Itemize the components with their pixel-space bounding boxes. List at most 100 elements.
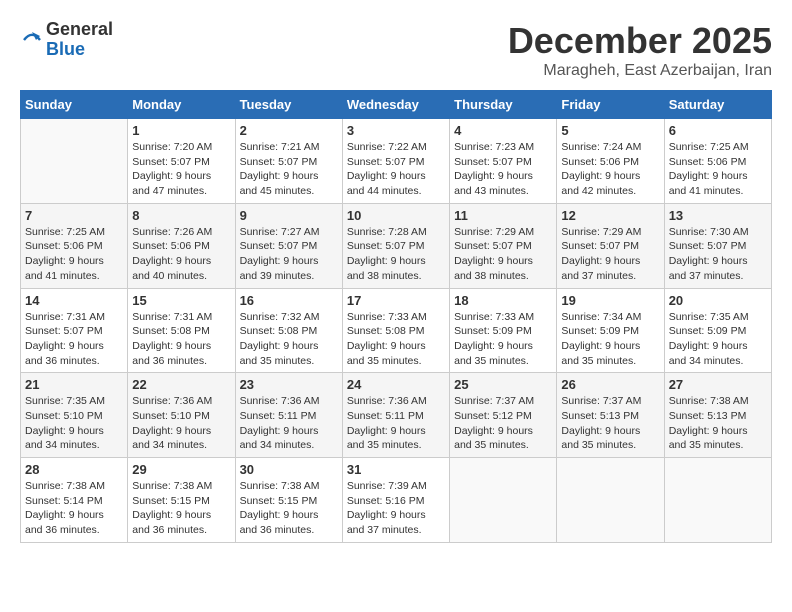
calendar-cell: 11 Sunrise: 7:29 AMSunset: 5:07 PMDayligh… [450,203,557,288]
day-info: Sunrise: 7:38 AMSunset: 5:13 PMDaylight:… [669,394,767,453]
day-number: 30 [240,462,338,477]
day-header-friday: Friday [557,91,664,119]
day-header-sunday: Sunday [21,91,128,119]
calendar-cell: 13Sunrise: 7:30 AMSunset: 5:07 PMDayligh… [664,203,771,288]
logo-text: General Blue [46,20,113,60]
day-info: Sunrise: 7:22 AMSunset: 5:07 PMDaylight:… [347,140,445,199]
day-info: Sunrise: 7:38 AMSunset: 5:15 PMDaylight:… [132,479,230,538]
day-header-tuesday: Tuesday [235,91,342,119]
day-header-saturday: Saturday [664,91,771,119]
day-info: Sunrise: 7:24 AMSunset: 5:06 PMDaylight:… [561,140,659,199]
calendar-cell: 4 Sunrise: 7:23 AMSunset: 5:07 PMDaylight… [450,119,557,204]
day-info: Sunrise: 7:26 AMSunset: 5:06 PMDaylight:… [132,225,230,284]
day-number: 10 [347,208,445,223]
calendar-cell: 5 Sunrise: 7:24 AMSunset: 5:06 PMDaylight… [557,119,664,204]
day-number: 1 [132,123,230,138]
day-info: Sunrise: 7:29 AMSunset: 5:07 PMDaylight:… [454,225,552,284]
day-info: Sunrise: 7:21 AMSunset: 5:07 PMDaylight:… [240,140,338,199]
calendar-cell: 18 Sunrise: 7:33 AMSunset: 5:09 PMDayligh… [450,288,557,373]
calendar-cell: 21 Sunrise: 7:35 AMSunset: 5:10 PMDayligh… [21,373,128,458]
location-subtitle: Maragheh, East Azerbaijan, Iran [508,62,772,80]
day-number: 18 [454,293,552,308]
day-info: Sunrise: 7:35 AMSunset: 5:10 PMDaylight:… [25,394,123,453]
calendar-cell [664,458,771,543]
day-info: Sunrise: 7:29 AMSunset: 5:07 PMDaylight:… [561,225,659,284]
calendar-week-row: 1 Sunrise: 7:20 AMSunset: 5:07 PMDaylight… [21,119,772,204]
day-number: 28 [25,462,123,477]
logo-general-text: General [46,20,113,40]
day-info: Sunrise: 7:37 AMSunset: 5:12 PMDaylight:… [454,394,552,453]
day-number: 22 [132,377,230,392]
calendar-week-row: 21 Sunrise: 7:35 AMSunset: 5:10 PMDayligh… [21,373,772,458]
day-number: 2 [240,123,338,138]
calendar-header-row: SundayMondayTuesdayWednesdayThursdayFrid… [21,91,772,119]
calendar-cell: 2 Sunrise: 7:21 AMSunset: 5:07 PMDaylight… [235,119,342,204]
calendar-cell: 20 Sunrise: 7:35 AMSunset: 5:09 PMDayligh… [664,288,771,373]
day-number: 5 [561,123,659,138]
calendar-cell: 19Sunrise: 7:34 AMSunset: 5:09 PMDayligh… [557,288,664,373]
calendar-cell: 30Sunrise: 7:38 AMSunset: 5:15 PMDayligh… [235,458,342,543]
day-number: 8 [132,208,230,223]
calendar-cell: 9 Sunrise: 7:27 AMSunset: 5:07 PMDaylight… [235,203,342,288]
day-number: 12 [561,208,659,223]
calendar-cell: 3 Sunrise: 7:22 AMSunset: 5:07 PMDaylight… [342,119,449,204]
page-header: General Blue December 2025 Maragheh, Eas… [20,20,772,80]
calendar-cell: 29Sunrise: 7:38 AMSunset: 5:15 PMDayligh… [128,458,235,543]
day-number: 4 [454,123,552,138]
day-info: Sunrise: 7:20 AMSunset: 5:07 PMDaylight:… [132,140,230,199]
day-info: Sunrise: 7:25 AMSunset: 5:06 PMDaylight:… [669,140,767,199]
calendar-week-row: 7Sunrise: 7:25 AMSunset: 5:06 PMDaylight… [21,203,772,288]
day-info: Sunrise: 7:23 AMSunset: 5:07 PMDaylight:… [454,140,552,199]
day-number: 13 [669,208,767,223]
calendar-cell: 17Sunrise: 7:33 AMSunset: 5:08 PMDayligh… [342,288,449,373]
day-number: 3 [347,123,445,138]
day-number: 21 [25,377,123,392]
day-info: Sunrise: 7:36 AMSunset: 5:11 PMDaylight:… [347,394,445,453]
day-info: Sunrise: 7:28 AMSunset: 5:07 PMDaylight:… [347,225,445,284]
calendar-cell: 1 Sunrise: 7:20 AMSunset: 5:07 PMDaylight… [128,119,235,204]
calendar-cell: 24 Sunrise: 7:36 AMSunset: 5:11 PMDayligh… [342,373,449,458]
calendar-table: SundayMondayTuesdayWednesdayThursdayFrid… [20,90,772,543]
day-header-monday: Monday [128,91,235,119]
calendar-cell [450,458,557,543]
month-title: December 2025 [508,20,772,62]
day-number: 24 [347,377,445,392]
calendar-cell: 16 Sunrise: 7:32 AMSunset: 5:08 PMDayligh… [235,288,342,373]
day-number: 16 [240,293,338,308]
day-number: 11 [454,208,552,223]
day-info: Sunrise: 7:38 AMSunset: 5:14 PMDaylight:… [25,479,123,538]
calendar-week-row: 14 Sunrise: 7:31 AMSunset: 5:07 PMDayligh… [21,288,772,373]
day-info: Sunrise: 7:27 AMSunset: 5:07 PMDaylight:… [240,225,338,284]
day-number: 6 [669,123,767,138]
day-info: Sunrise: 7:34 AMSunset: 5:09 PMDaylight:… [561,310,659,369]
calendar-cell [557,458,664,543]
calendar-cell [21,119,128,204]
day-number: 31 [347,462,445,477]
calendar-cell: 8 Sunrise: 7:26 AMSunset: 5:06 PMDaylight… [128,203,235,288]
calendar-cell: 7Sunrise: 7:25 AMSunset: 5:06 PMDaylight… [21,203,128,288]
calendar-cell: 10 Sunrise: 7:28 AMSunset: 5:07 PMDayligh… [342,203,449,288]
day-number: 23 [240,377,338,392]
day-info: Sunrise: 7:31 AMSunset: 5:08 PMDaylight:… [132,310,230,369]
day-number: 15 [132,293,230,308]
day-header-wednesday: Wednesday [342,91,449,119]
day-info: Sunrise: 7:32 AMSunset: 5:08 PMDaylight:… [240,310,338,369]
title-section: December 2025 Maragheh, East Azerbaijan,… [508,20,772,80]
day-number: 26 [561,377,659,392]
day-info: Sunrise: 7:35 AMSunset: 5:09 PMDaylight:… [669,310,767,369]
day-number: 14 [25,293,123,308]
day-info: Sunrise: 7:33 AMSunset: 5:09 PMDaylight:… [454,310,552,369]
day-number: 17 [347,293,445,308]
logo: General Blue [20,20,113,60]
day-info: Sunrise: 7:36 AMSunset: 5:10 PMDaylight:… [132,394,230,453]
day-number: 9 [240,208,338,223]
calendar-cell: 6 Sunrise: 7:25 AMSunset: 5:06 PMDaylight… [664,119,771,204]
calendar-cell: 28 Sunrise: 7:38 AMSunset: 5:14 PMDayligh… [21,458,128,543]
day-info: Sunrise: 7:36 AMSunset: 5:11 PMDaylight:… [240,394,338,453]
day-number: 27 [669,377,767,392]
calendar-week-row: 28 Sunrise: 7:38 AMSunset: 5:14 PMDayligh… [21,458,772,543]
calendar-cell: 12 Sunrise: 7:29 AMSunset: 5:07 PMDayligh… [557,203,664,288]
day-number: 20 [669,293,767,308]
day-info: Sunrise: 7:25 AMSunset: 5:06 PMDaylight:… [25,225,123,284]
day-info: Sunrise: 7:31 AMSunset: 5:07 PMDaylight:… [25,310,123,369]
